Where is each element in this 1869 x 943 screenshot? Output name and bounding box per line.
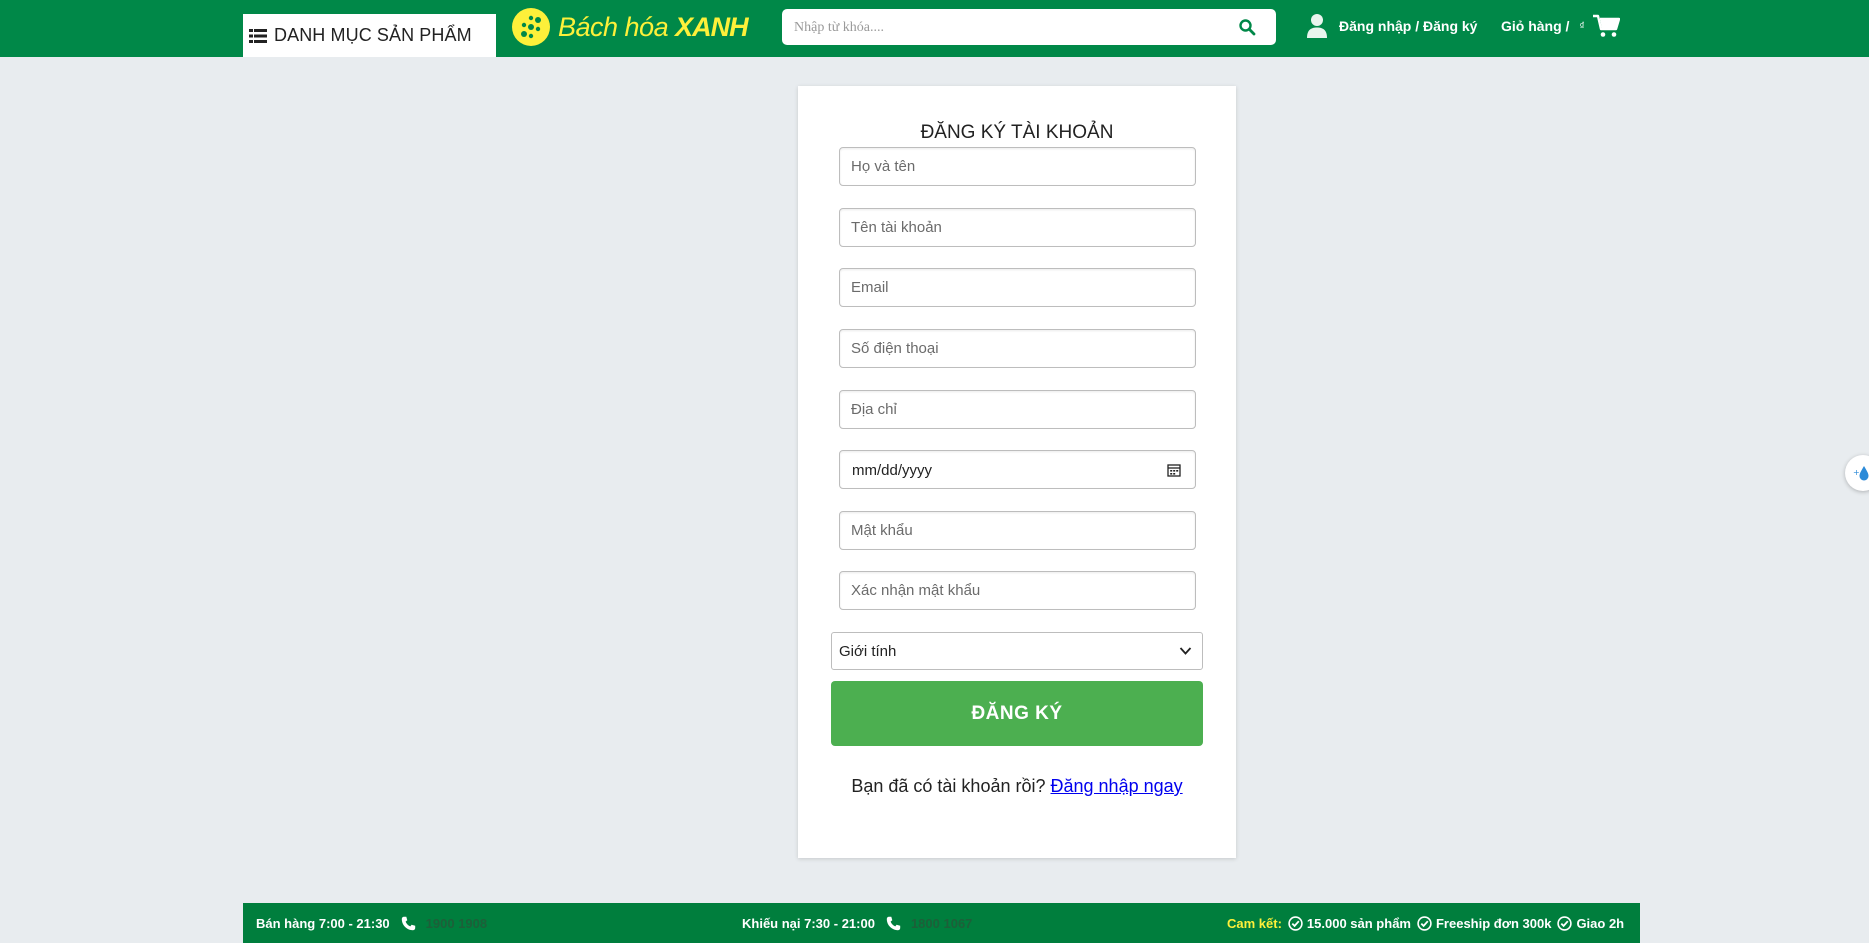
password-input[interactable]	[840, 512, 1195, 549]
check-circle-icon	[1288, 915, 1303, 931]
logo-text: Bách hóa XANH	[558, 11, 749, 43]
sales-hours: Bán hàng 7:00 - 21:30	[256, 915, 390, 931]
search-input[interactable]	[792, 9, 1216, 47]
commit-3: Giao 2h	[1576, 915, 1625, 931]
commit-1: 15.000 sản phẩm	[1306, 915, 1411, 931]
floating-widget-button[interactable]: +	[1845, 455, 1869, 491]
account-link[interactable]: Đăng nhập / Đăng ký	[1306, 13, 1477, 39]
gender-select[interactable]: Giới tính	[831, 632, 1203, 670]
confirm-password-field	[839, 571, 1196, 610]
search-icon[interactable]	[1238, 18, 1256, 36]
chevron-down-icon	[1179, 647, 1192, 655]
dob-field[interactable]: mm/dd/yyyy	[839, 450, 1196, 489]
site-logo[interactable]: Bách hóa XANH	[511, 6, 749, 48]
category-menu-button[interactable]: DANH MỤC SẢN PHẨM	[243, 14, 496, 57]
cart-total: ₫	[1579, 20, 1585, 32]
top-header: DANH MỤC SẢN PHẨM Bách hóa XANH Đăng nhậ…	[0, 0, 1869, 57]
fullname-field	[839, 147, 1196, 186]
dob-value: mm/dd/yyyy	[852, 462, 933, 479]
sales-hotline: Bán hàng 7:00 - 21:30 1900 1908	[256, 903, 487, 943]
svg-text:+: +	[1853, 468, 1860, 477]
gender-select-value: Giới tính	[839, 643, 897, 660]
have-account-text: Bạn đã có tài khoản rồi?	[851, 776, 1046, 796]
username-input[interactable]	[840, 209, 1195, 246]
cart-link[interactable]: Giỏ hàng / ₫	[1501, 12, 1620, 40]
have-account-line: Bạn đã có tài khoản rồi? Đăng nhập ngay	[798, 776, 1236, 797]
calendar-icon[interactable]	[1167, 463, 1181, 477]
password-field	[839, 511, 1196, 550]
logo-text-xanh: XANH	[675, 11, 749, 42]
category-menu-label: DANH MỤC SẢN PHẨM	[274, 25, 472, 45]
user-icon	[1307, 14, 1327, 38]
check-circle-icon	[1417, 915, 1432, 931]
list-icon	[249, 28, 267, 43]
complaint-hours: Khiếu nại 7:30 - 21:00	[742, 915, 875, 931]
logo-mark-icon	[512, 8, 550, 46]
form-title: ĐĂNG KÝ TÀI KHOẢN	[920, 122, 1114, 143]
phone-icon	[886, 916, 901, 930]
account-label: Đăng nhập / Đăng ký	[1339, 18, 1478, 34]
fullname-input[interactable]	[840, 148, 1195, 185]
commit-label: Cam kết:	[1227, 915, 1282, 931]
sales-phone[interactable]: 1900 1908	[426, 916, 487, 931]
cart-icon	[1592, 14, 1620, 37]
footer-bar: Bán hàng 7:00 - 21:30 1900 1908 Khiếu nạ…	[243, 903, 1640, 943]
check-circle-icon	[1557, 915, 1573, 931]
commitments: Cam kết: 15.000 sản phẩm Freeship đơn 30…	[1227, 903, 1624, 943]
address-field	[839, 390, 1196, 429]
search-box	[782, 9, 1276, 47]
email-input[interactable]	[840, 269, 1195, 306]
logo-text-bach-hoa: Bách hóa	[558, 11, 669, 42]
droplet-icon: +	[1853, 466, 1869, 481]
address-input[interactable]	[840, 391, 1195, 428]
login-now-link[interactable]: Đăng nhập ngay	[1051, 776, 1183, 796]
username-field	[839, 208, 1196, 247]
email-field	[839, 268, 1196, 307]
complaint-hotline: Khiếu nại 7:30 - 21:00 1800 1067	[742, 903, 972, 943]
commit-2: Freeship đơn 300k	[1435, 915, 1552, 931]
register-form-card: ĐĂNG KÝ TÀI KHOẢN mm/dd/yyyy Giới tính	[798, 86, 1236, 858]
phone-input[interactable]	[840, 330, 1195, 367]
confirm-password-input[interactable]	[840, 572, 1195, 609]
cart-label: Giỏ hàng /	[1501, 18, 1570, 34]
complaint-phone[interactable]: 1800 1067	[911, 916, 972, 931]
phone-field	[839, 329, 1196, 368]
phone-icon	[401, 916, 415, 930]
register-button[interactable]: ĐĂNG KÝ	[831, 681, 1203, 746]
